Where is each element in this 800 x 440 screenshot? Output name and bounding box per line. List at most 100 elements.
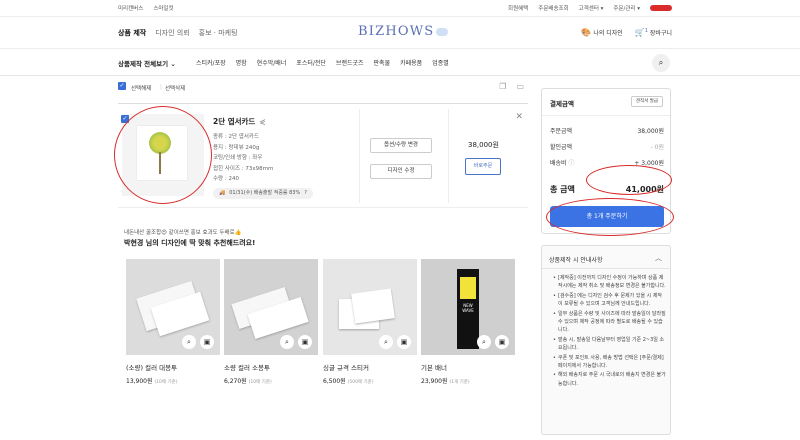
nav-product-make[interactable]: 상품 제작: [118, 28, 146, 38]
total-label: 총 금액: [550, 185, 575, 194]
recommend-card[interactable]: ⌕ ▣ 소량 컬러 소봉투 6,270원 (10매 기준): [224, 259, 318, 385]
red-annotation-circle: [546, 198, 674, 236]
truck-icon: 🚚: [219, 190, 226, 196]
category-item[interactable]: 스티커/포장: [196, 58, 226, 67]
nav-marketing[interactable]: 홍보 · 마케팅: [199, 28, 238, 38]
nav-design-request[interactable]: 디자인 의뢰: [155, 28, 189, 38]
palette-icon: 🎨: [581, 28, 592, 37]
item-info: 2단 엽서카드 ⋞ 종류 : 2단 엽서카드 용지 : 랑데뷰 240g 코팅/…: [213, 116, 273, 185]
product-image[interactable]: ⌕ ▣: [323, 259, 417, 355]
product-price: 6,270원 (10매 기준): [224, 376, 318, 385]
category-item[interactable]: 업종별: [432, 58, 449, 67]
notice-item: 해외 배송지로 주문 시 국내로의 배송지 변경은 불가능합니다.: [553, 371, 666, 388]
recommend-card[interactable]: ⌕ ▣ 싱글 규격 스티커 6,500원 (500매 기준): [323, 259, 417, 385]
help-icon[interactable]: ?: [304, 188, 307, 199]
notice-list: [제작중] 이전까지 디자인 수정이 가능하며 상품 제작시에는 제작 취소 및…: [553, 274, 666, 389]
selection-bar: ✓ 선택해제 | 선택삭제 ❐ ▭: [118, 82, 528, 95]
link-benefits[interactable]: 회원혜택: [508, 4, 528, 12]
divider: [359, 109, 360, 203]
zoom-icon[interactable]: ⌕: [182, 335, 196, 349]
product-name-text[interactable]: 2단 엽서카드: [213, 116, 255, 127]
zoom-icon[interactable]: ⌕: [280, 335, 294, 349]
bizhows-logo[interactable]: BIZHOWS: [358, 24, 449, 39]
spec-line: 수량 : 240: [213, 176, 239, 183]
link-customer-center[interactable]: 고객센터 ▾: [579, 4, 604, 12]
price-value: 6,500원: [323, 378, 346, 385]
chevron-up-icon[interactable]: ︿: [655, 253, 662, 263]
quote-button[interactable]: 견적서 발급: [631, 96, 663, 107]
all-categories-dropdown[interactable]: 상품제작 전체보기 ⌄: [118, 58, 176, 68]
divider: |: [160, 84, 162, 90]
banner-image: NEW WAVE: [457, 269, 479, 349]
price-value: 6,270원: [224, 378, 247, 385]
cloud-icon: [436, 27, 449, 36]
link-smilecut[interactable]: 스마일컷: [153, 4, 173, 12]
divider: [542, 115, 670, 116]
category-item[interactable]: 현수막/배너: [257, 58, 287, 67]
edit-design-button[interactable]: 디자인 수정: [370, 164, 432, 179]
copy-icon[interactable]: ❐: [499, 82, 506, 91]
image-icon[interactable]: ▣: [495, 335, 509, 349]
close-icon[interactable]: ✕: [515, 112, 523, 122]
family-site-links: 미리캔버스 스마일컷: [118, 4, 174, 12]
recommend-card[interactable]: ⌕ ▣ (소량) 컬러 대봉투 13,900원 (10매 기준): [126, 259, 220, 385]
share-icon[interactable]: ⋞: [259, 117, 265, 126]
banner-highlight: [460, 277, 476, 299]
row-label: 할인금액: [550, 144, 573, 151]
divider: [542, 268, 670, 269]
notice-item: 일부 상품은 수량 및 사이즈에 따라 발송일이 달라질 수 있으며 제작 공정…: [553, 310, 666, 335]
product-image[interactable]: NEW WAVE ⌕ ▣: [421, 259, 515, 355]
zoom-icon[interactable]: ⌕: [379, 335, 393, 349]
spec-line: 코팅/인쇄 방향 : 좌우: [213, 155, 263, 162]
search-icon[interactable]: ⌕: [652, 54, 670, 72]
divider: [448, 109, 449, 203]
price-unit: (10매 기준): [154, 380, 178, 385]
link-order-manage[interactable]: 주문/관리 ▾: [613, 4, 640, 12]
category-item[interactable]: 포스터/전단: [296, 58, 326, 67]
category-item[interactable]: 명함: [236, 58, 247, 67]
price-unit: (500매 기준): [347, 380, 374, 385]
recommend-title: 박현경 님의 디자인에 딱 맞춰 추천해드려요!: [124, 239, 256, 247]
red-annotation-circle: [114, 106, 212, 204]
link-miricanvas[interactable]: 미리캔버스: [118, 4, 143, 12]
zoom-icon[interactable]: ⌕: [477, 335, 491, 349]
category-item[interactable]: 판촉물: [374, 58, 391, 67]
recommend-card[interactable]: NEW WAVE ⌕ ▣ 기본 배너 23,900원 (1개 기준): [421, 259, 515, 385]
spec-line: 용지 : 랑데뷰 240g: [213, 144, 260, 151]
product-image[interactable]: ⌕ ▣: [126, 259, 220, 355]
image-icon[interactable]: ▣: [200, 335, 214, 349]
category-item[interactable]: 브랜드굿즈: [336, 58, 364, 67]
my-design-label: 나의 디자인: [593, 30, 623, 37]
notice-item: 발송 시, 발송일 다음날부터 영업일 기준 2~3일 소요됩니다.: [553, 336, 666, 353]
user-links: 회원혜택 주문배송조회 고객센터 ▾ 주문/관리 ▾: [508, 4, 672, 12]
row-label: 주문금액: [550, 128, 573, 135]
spec-line: 접힌 사이즈 : 73x98mm: [213, 165, 274, 172]
my-design-link[interactable]: 🎨 나의 디자인: [581, 28, 622, 37]
top-utility-bar: 미리캔버스 스마일컷 회원혜택 주문배송조회 고객센터 ▾ 주문/관리 ▾: [0, 0, 800, 17]
link-order-tracking[interactable]: 주문배송조회: [538, 4, 568, 12]
cart-link[interactable]: 🛒1 장바구니: [635, 28, 672, 37]
shipping-text: 01/31(수) 배송출발 적중률 83%: [229, 190, 301, 196]
product-image[interactable]: ⌕ ▣: [224, 259, 318, 355]
item-price: 38,000원: [468, 141, 499, 149]
archive-icon[interactable]: ▭: [516, 82, 524, 91]
row-label: 배송비 ⓘ: [550, 158, 575, 167]
info-icon[interactable]: ⓘ: [568, 160, 574, 167]
select-all-label[interactable]: 선택해제: [131, 84, 151, 92]
category-bar: 상품제작 전체보기 ⌄ 스티커/포장 명함 현수막/배너 포스터/전단 브랜드굿…: [0, 49, 800, 76]
recommend-subtitle: 내돈내산 꿀조합😍 같이쓰면 홍보 효과도 두배로👍: [124, 230, 242, 236]
delete-selected-button[interactable]: 선택삭제: [165, 84, 185, 92]
product-name: (소량) 컬러 대봉투: [126, 364, 178, 372]
price-unit: (1개 기준): [449, 380, 470, 385]
redacted-username[interactable]: [650, 5, 672, 11]
price-value: 23,900원: [421, 378, 448, 385]
image-icon[interactable]: ▣: [397, 335, 411, 349]
product-price: 6,500원 (500매 기준): [323, 376, 417, 385]
select-all-checkbox[interactable]: ✓: [118, 82, 126, 90]
image-icon[interactable]: ▣: [298, 335, 312, 349]
quick-order-button[interactable]: 바로주문: [465, 158, 501, 175]
change-option-button[interactable]: 옵션/수량 변경: [370, 138, 432, 153]
cart-count-badge: 1: [644, 28, 648, 34]
category-item[interactable]: 카페용품: [400, 58, 422, 67]
price-unit: (10매 기준): [248, 380, 272, 385]
